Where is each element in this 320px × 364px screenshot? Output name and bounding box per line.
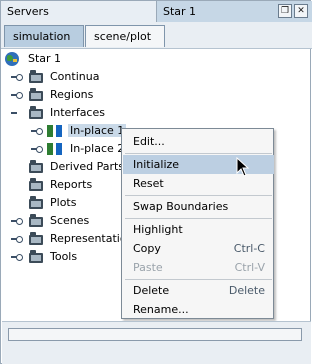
expand-icon[interactable] [11, 235, 23, 243]
menu-item-copy[interactable]: Copy Ctrl-C [123, 239, 274, 258]
menu-item-label: Edit... [133, 135, 165, 148]
tree-item-derived-parts[interactable]: Derived Parts [1, 158, 125, 176]
tree-item-in-place-2[interactable]: In-place 2 [1, 140, 125, 158]
tab-servers-label: Servers [7, 5, 49, 18]
tree-item-representations[interactable]: Representations [1, 230, 121, 248]
menu-item-swap-boundaries[interactable]: Swap Boundaries [123, 197, 274, 216]
menu-item-label: Swap Boundaries [133, 200, 229, 213]
menu-separator [125, 195, 272, 196]
top-tab-strip: Servers Star 1 ❐ ✕ [1, 1, 312, 22]
tab-star-label: Star 1 [163, 5, 197, 18]
tree-item-scenes[interactable]: Scenes [1, 212, 121, 230]
window-frame: Servers Star 1 ❐ ✕ simulation scene/plot… [0, 0, 312, 364]
interface-icon [47, 125, 65, 137]
tab-simulation[interactable]: simulation [4, 25, 84, 47]
menu-item-paste[interactable]: Paste Ctrl-V [123, 258, 274, 277]
folder-icon [29, 178, 43, 191]
menu-item-shortcut: Ctrl-V [234, 261, 265, 274]
subtab-bar: simulation scene/plot [1, 22, 312, 49]
menu-item-initialize[interactable]: Initialize [123, 155, 274, 174]
tree-root[interactable]: Star 1 [1, 50, 121, 68]
folder-icon [29, 250, 43, 263]
menu-item-label: Reset [133, 177, 164, 190]
menu-item-reset[interactable]: Reset [123, 174, 274, 193]
expand-icon[interactable] [11, 73, 23, 81]
menu-item-rename[interactable]: Rename... [123, 300, 274, 319]
tree-item-regions[interactable]: Regions [1, 86, 121, 104]
tree-item-reports[interactable]: Reports [1, 176, 121, 194]
expand-icon[interactable] [11, 91, 23, 99]
menu-item-delete[interactable]: Delete Delete [123, 281, 274, 300]
folder-icon [29, 106, 43, 119]
expand-icon[interactable] [11, 217, 23, 225]
expand-icon[interactable] [31, 127, 43, 135]
tree-item-plots[interactable]: Plots [1, 194, 121, 212]
interface-icon [47, 143, 65, 155]
expand-icon[interactable] [31, 145, 43, 153]
bottom-panel [2, 321, 311, 364]
horizontal-scrollbar[interactable] [8, 328, 302, 341]
tree-item-label: Continua [50, 70, 100, 83]
tree-item-tools[interactable]: Tools [1, 248, 121, 266]
context-menu: Edit... Initialize Reset Swap Boundaries… [121, 128, 274, 319]
tree-item-label: Interfaces [50, 106, 105, 119]
tab-simulation-label: simulation [13, 30, 71, 43]
tree-item-label: In-place 2 [70, 142, 125, 155]
menu-item-label: Highlight [133, 223, 183, 236]
menu-item-edit[interactable]: Edit... [123, 132, 274, 151]
tree-item-label: Plots [50, 196, 77, 209]
folder-icon [29, 214, 43, 227]
menu-item-shortcut: Ctrl-C [233, 242, 265, 255]
folder-icon [29, 88, 43, 101]
menu-separator [125, 153, 272, 154]
menu-item-label: Delete [133, 284, 170, 297]
menu-item-label: Copy [133, 242, 161, 255]
menu-separator [125, 279, 272, 280]
menu-item-label: Paste [133, 261, 163, 274]
tree-item-label: Scenes [50, 214, 90, 227]
tree-item-label: Representations [50, 232, 121, 245]
tab-servers[interactable]: Servers [1, 1, 157, 22]
menu-separator [125, 218, 272, 219]
folder-icon [29, 196, 43, 209]
tab-scene-plot-label: scene/plot [94, 30, 152, 43]
tree-item-label: Tools [50, 250, 78, 263]
folder-icon [29, 232, 43, 245]
mouse-cursor-icon [236, 157, 250, 177]
menu-item-shortcut: Delete [228, 284, 265, 297]
expand-icon[interactable] [11, 253, 23, 261]
tree-item-label: In-place 1 [68, 124, 127, 137]
window-buttons: ❐ ✕ [278, 4, 308, 18]
folder-icon [29, 70, 43, 83]
collapse-icon[interactable] [11, 109, 19, 117]
globe-icon [5, 52, 19, 66]
restore-icon[interactable]: ❐ [278, 4, 292, 18]
menu-item-label: Initialize [133, 158, 180, 171]
tree-item-continua[interactable]: Continua [1, 68, 121, 86]
menu-item-highlight[interactable]: Highlight [123, 220, 274, 239]
close-icon[interactable]: ✕ [294, 4, 308, 18]
tree-root-label: Star 1 [28, 52, 62, 65]
tree-item-label: Derived Parts [50, 160, 125, 173]
tree-item-in-place-1[interactable]: In-place 1 [1, 122, 127, 140]
tree-item-label: Regions [50, 88, 94, 101]
tab-scene-plot[interactable]: scene/plot [85, 25, 165, 47]
menu-item-label: Rename... [133, 303, 189, 316]
tree-item-label: Reports [50, 178, 93, 191]
folder-icon [29, 160, 43, 173]
tree-item-interfaces[interactable]: Interfaces [1, 104, 121, 122]
